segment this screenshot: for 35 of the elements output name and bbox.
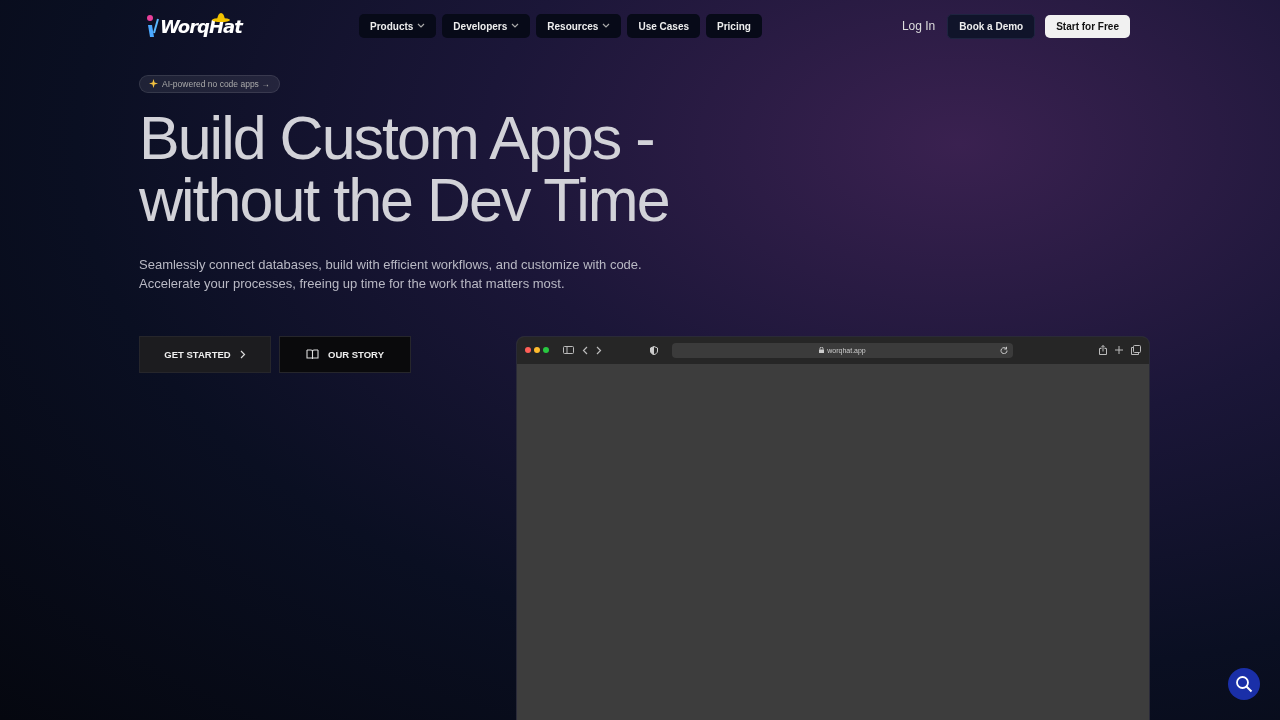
forward-icon[interactable] bbox=[596, 345, 602, 355]
nav-menu-item[interactable]: Resources bbox=[536, 14, 622, 38]
tabs-icon[interactable] bbox=[1131, 345, 1141, 356]
logo-icon bbox=[146, 13, 160, 39]
chevron-down-icon bbox=[417, 23, 426, 29]
ai-badge[interactable]: AI-powered no code apps → bbox=[139, 74, 280, 93]
shield-icon[interactable] bbox=[650, 345, 658, 355]
sparkle-icon bbox=[149, 79, 158, 88]
close-dot-icon[interactable] bbox=[525, 347, 531, 354]
login-link[interactable]: Log In bbox=[901, 19, 936, 33]
hero-subtitle: Seamlessly connect databases, build with efficient workflows, and customize with code. Accelerate your processes, freeing up time for the work that matters most. bbox=[139, 255, 643, 293]
share-icon[interactable] bbox=[1099, 345, 1107, 356]
chevron-down-icon bbox=[511, 23, 520, 29]
lock-icon bbox=[819, 347, 825, 354]
maximize-dot-icon[interactable] bbox=[543, 347, 549, 354]
nav-menu-item[interactable]: Developers bbox=[442, 14, 531, 38]
plus-icon[interactable] bbox=[1115, 346, 1123, 355]
book-icon bbox=[306, 348, 319, 360]
chevron-down-icon bbox=[602, 23, 611, 29]
reload-icon[interactable] bbox=[1000, 346, 1008, 355]
hero-heading: Build Custom Apps - without the Dev Time bbox=[139, 106, 670, 231]
our-story-button[interactable]: OUR STORY bbox=[279, 335, 411, 373]
start-free-button[interactable]: Start for Free bbox=[1045, 14, 1130, 38]
nav-menu-item[interactable]: Products bbox=[359, 14, 437, 38]
nav-menu-item[interactable]: Pricing bbox=[706, 14, 762, 38]
book-demo-button[interactable]: Book a Demo bbox=[947, 13, 1036, 39]
get-started-button[interactable]: GET STARTED bbox=[139, 335, 271, 373]
nav-menu-item[interactable]: Use Cases bbox=[627, 14, 700, 38]
back-icon[interactable] bbox=[582, 345, 588, 355]
minimize-dot-icon[interactable] bbox=[534, 347, 540, 354]
chevron-right-icon bbox=[239, 349, 246, 359]
search-button[interactable] bbox=[1228, 668, 1260, 700]
logo-text[interactable]: WorqHat bbox=[160, 15, 242, 37]
hat-icon bbox=[211, 12, 230, 22]
sidebar-icon[interactable] bbox=[563, 346, 574, 355]
